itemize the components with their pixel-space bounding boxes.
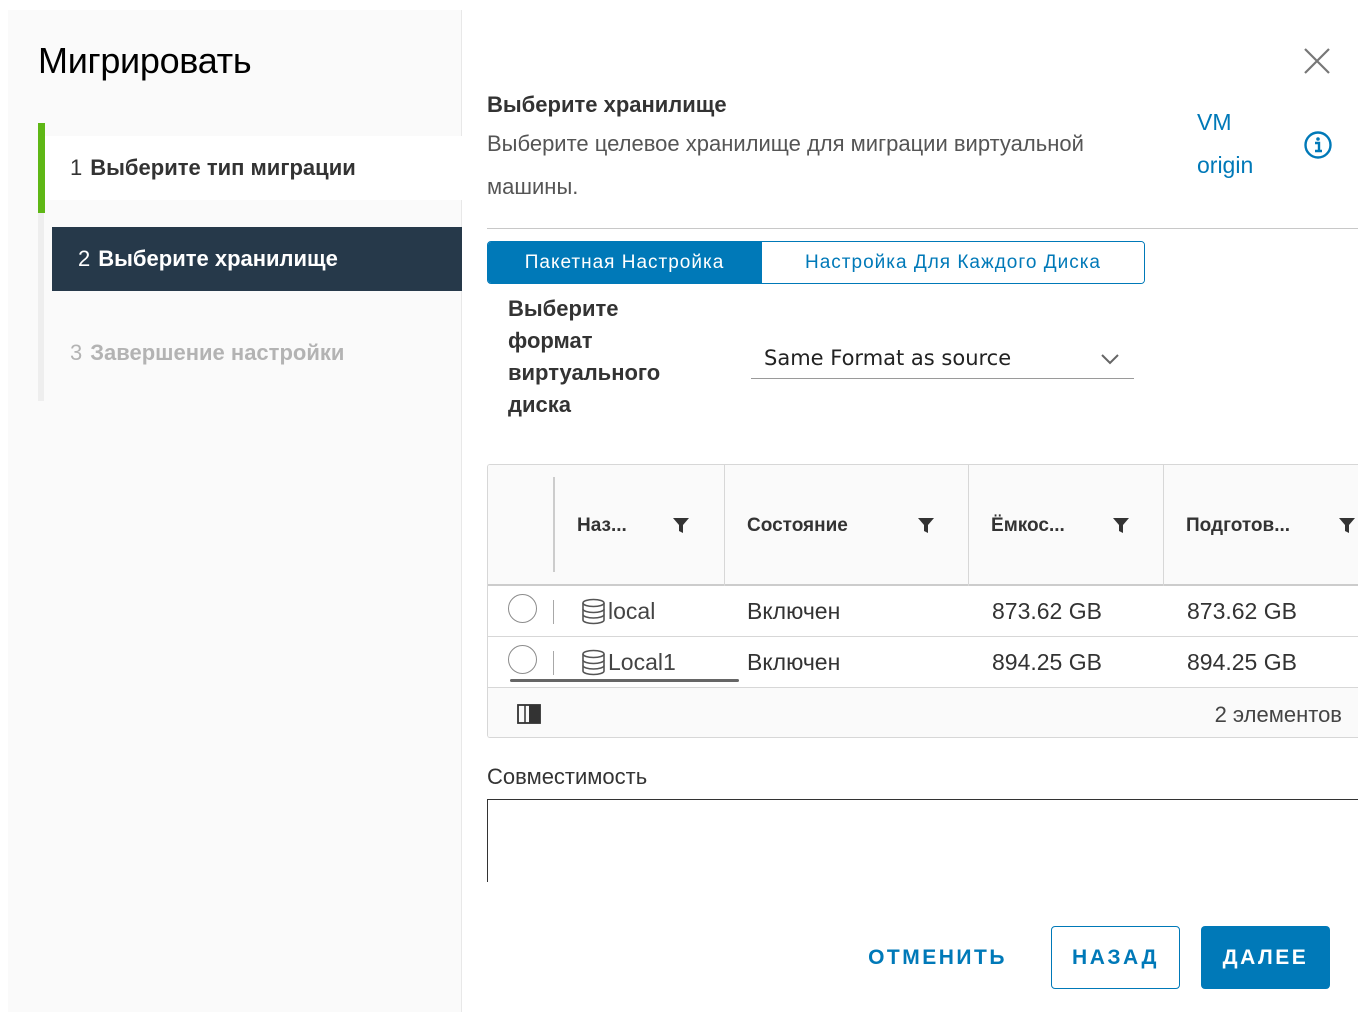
datastore-icon xyxy=(581,598,606,625)
column-divider xyxy=(553,477,555,572)
cancel-button[interactable]: ОТМЕНИТЬ xyxy=(850,926,1025,989)
column-header-state[interactable]: Состояние xyxy=(747,515,848,537)
step-label: Выберите тип миграции xyxy=(90,155,356,180)
column-header-provisioned[interactable]: Подготов... xyxy=(1186,515,1290,537)
datastore-name: Local1 xyxy=(608,649,676,675)
back-button[interactable]: НАЗАД xyxy=(1051,926,1180,989)
disk-format-value: Same Format as source xyxy=(764,346,1012,370)
next-button[interactable]: ДАЛЕЕ xyxy=(1201,926,1330,989)
compatibility-panel xyxy=(487,799,1358,882)
grid-header: Наз... Состояние Ёмкос... Подготов... xyxy=(488,465,1358,586)
step-select-storage[interactable]: 2 Выберите хранилище xyxy=(52,227,462,291)
filter-icon[interactable] xyxy=(1338,517,1356,534)
wizard-sidebar: Мигрировать 1 Выберите тип миграции 2 Вы… xyxy=(8,10,462,1012)
step-label: Завершение настройки xyxy=(90,340,345,365)
wizard-title: Мигрировать xyxy=(38,40,252,81)
column-header-capacity[interactable]: Ёмкос... xyxy=(991,515,1065,537)
step-number: 1 xyxy=(70,155,83,180)
column-divider[interactable] xyxy=(1163,465,1164,586)
close-icon[interactable] xyxy=(1300,44,1334,78)
vm-origin-link[interactable]: VM origin xyxy=(1197,101,1277,187)
info-icon[interactable] xyxy=(1303,130,1333,160)
disk-format-select[interactable]: Same Format as source xyxy=(751,338,1134,379)
column-divider[interactable] xyxy=(968,465,969,586)
datastore-capacity: 873.62 GB xyxy=(992,598,1102,624)
datastore-provisioned: 873.62 GB xyxy=(1187,598,1297,624)
step-finish: 3 Завершение настройки xyxy=(44,321,462,385)
datastore-state: Включен xyxy=(747,649,841,675)
row-radio[interactable] xyxy=(508,594,537,623)
page-description: Выберите целевое хранилище для миграции … xyxy=(487,131,1084,199)
tab-configure-per-disk[interactable]: Настройка Для Каждого Диска xyxy=(761,242,1144,283)
horizontal-scrollbar[interactable] xyxy=(510,679,739,682)
row-divider xyxy=(553,651,554,675)
datastore-grid: Наз... Состояние Ёмкос... Подготов... lo… xyxy=(487,464,1358,738)
row-divider xyxy=(553,600,554,624)
column-header-name[interactable]: Наз... xyxy=(577,515,627,537)
datastore-name: local xyxy=(608,598,656,624)
compatibility-label: Совместимость xyxy=(487,764,648,789)
step-label: Выберите хранилище xyxy=(98,246,338,271)
datastore-icon xyxy=(581,649,606,676)
tab-batch-configure[interactable]: Пакетная Настройка xyxy=(488,242,761,283)
filter-icon[interactable] xyxy=(1112,517,1130,534)
column-toggle-icon[interactable] xyxy=(517,704,541,724)
datastore-capacity: 894.25 GB xyxy=(992,649,1102,675)
page-title: Выберите хранилище xyxy=(487,92,727,117)
step-number: 2 xyxy=(78,246,91,271)
filter-icon[interactable] xyxy=(917,517,935,534)
filter-icon[interactable] xyxy=(672,517,690,534)
completed-step-marker xyxy=(38,123,45,213)
step-select-migration-type[interactable]: 1 Выберите тип миграции xyxy=(44,136,462,200)
disk-format-label: Выберите формат виртуального диска xyxy=(508,296,661,417)
chevron-down-icon xyxy=(1100,352,1120,366)
grid-footer: 2 элементов xyxy=(488,688,1358,737)
item-count: 2 элементов xyxy=(1214,702,1342,727)
header-divider xyxy=(487,228,1358,229)
table-row[interactable]: local Включен 873.62 GB 873.62 GB xyxy=(488,586,1358,637)
datastore-provisioned: 894.25 GB xyxy=(1187,649,1297,675)
step-number: 3 xyxy=(70,340,83,365)
config-mode-toggle: Пакетная Настройка Настройка Для Каждого… xyxy=(487,241,1145,284)
row-radio[interactable] xyxy=(508,645,537,674)
column-divider[interactable] xyxy=(724,465,725,586)
datastore-state: Включен xyxy=(747,598,841,624)
